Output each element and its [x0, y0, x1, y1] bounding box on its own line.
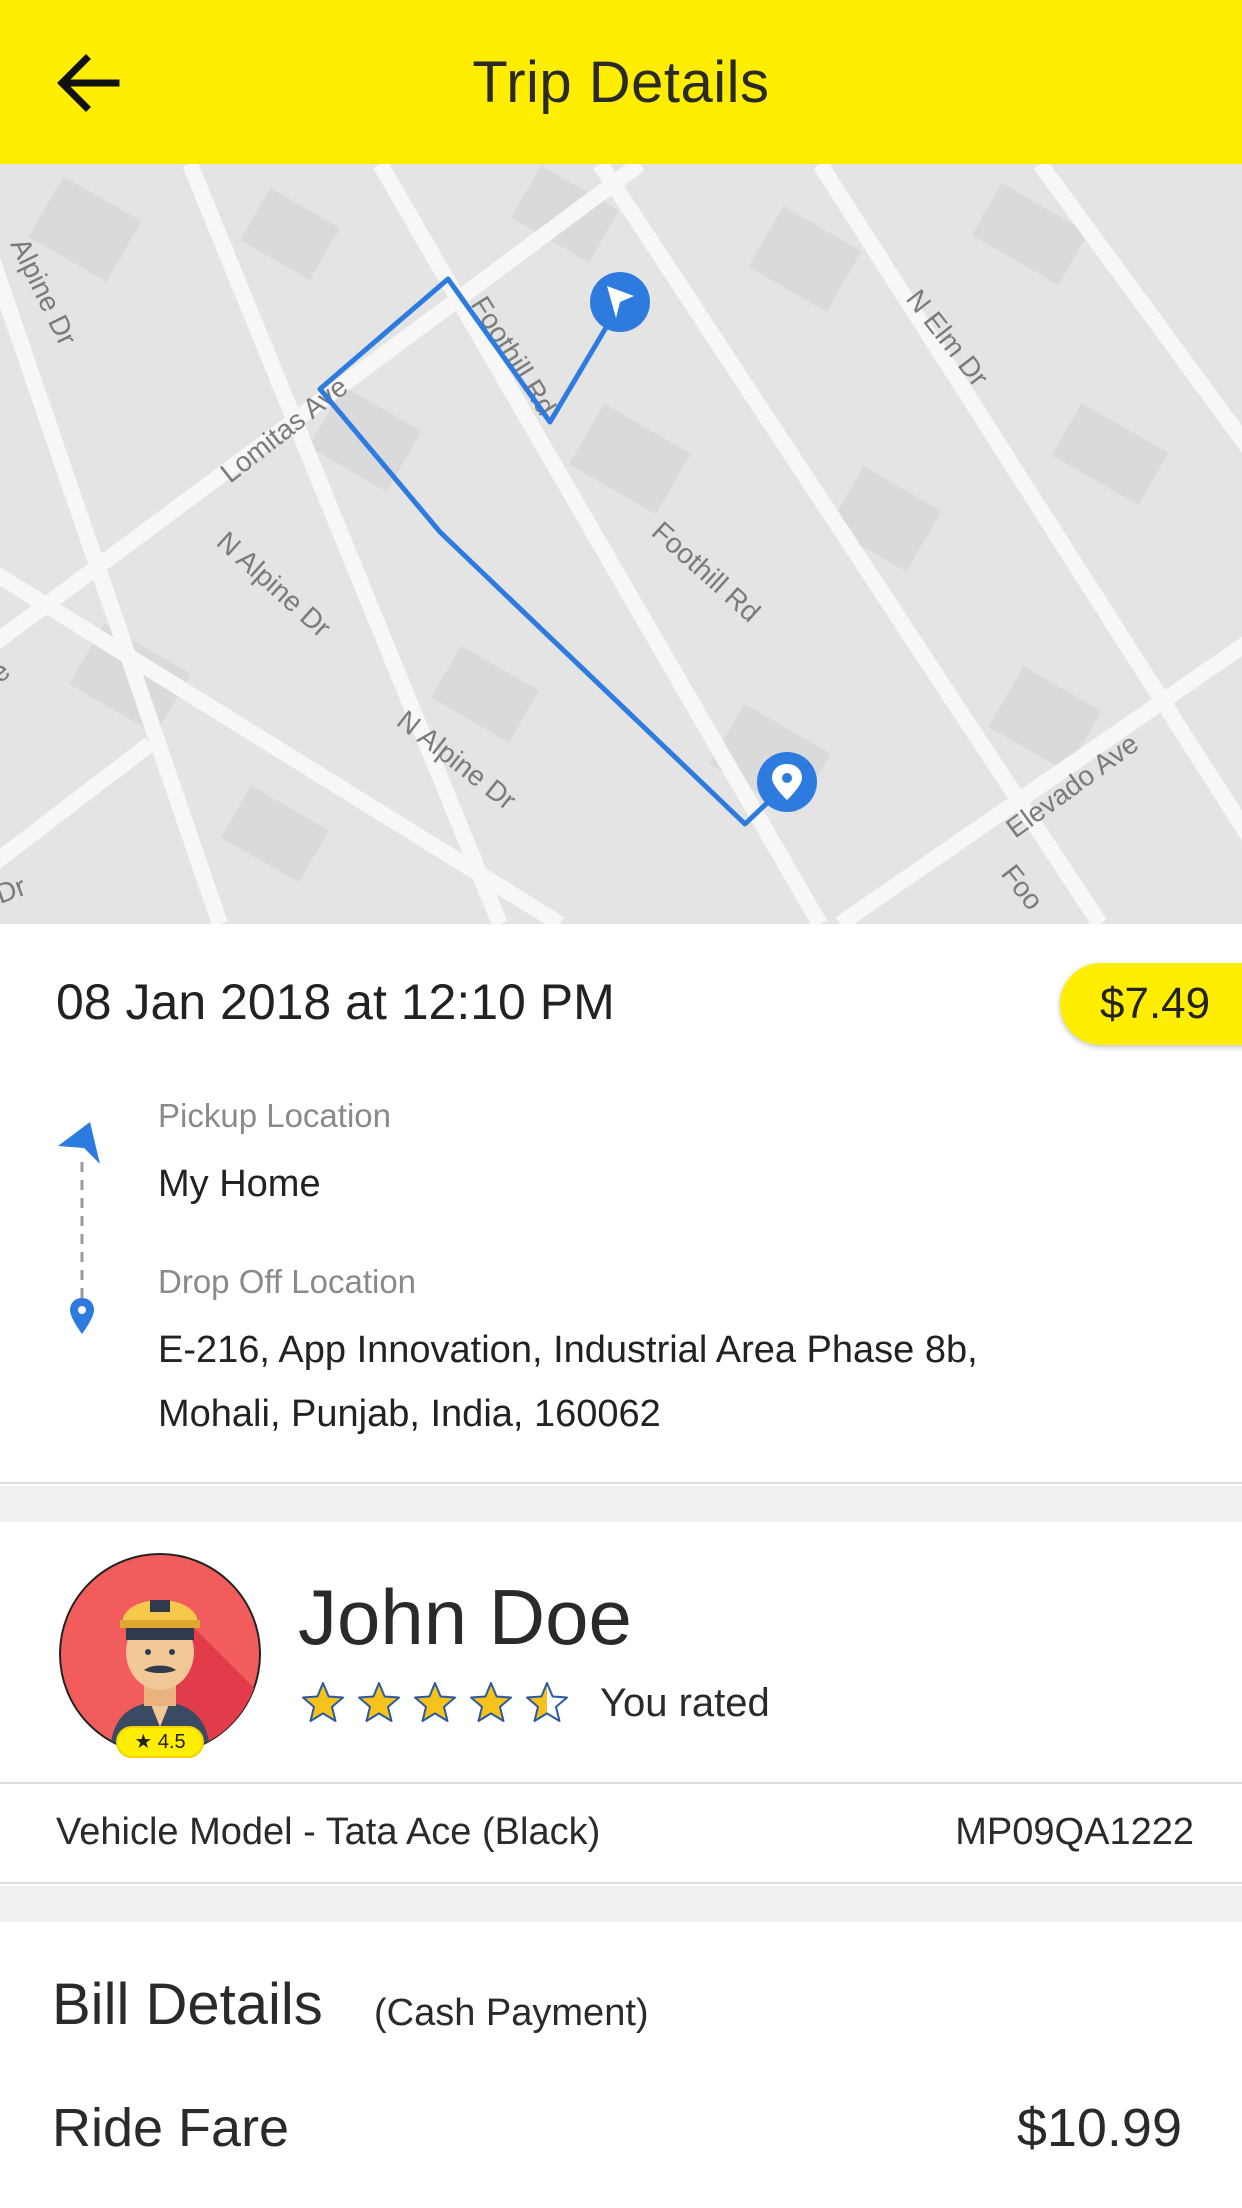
- dropoff-map-marker[interactable]: [757, 752, 817, 812]
- star-icon: [302, 1682, 344, 1722]
- trip-route-map[interactable]: Alpine Dr Lomitas Ave Foothill Rd N Elm …: [0, 164, 1242, 924]
- bill-details-card: [0, 1922, 1242, 2208]
- bill-title: Bill Details: [52, 1972, 323, 2037]
- route-timeline: [58, 1122, 100, 1334]
- trip-datetime: 08 Jan 2018 at 12:10 PM: [56, 974, 615, 1030]
- section-gap: [0, 1886, 1242, 1922]
- section-gap: [0, 1486, 1242, 1522]
- star-icon: [414, 1682, 456, 1722]
- fare-amount: $7.49: [1100, 979, 1211, 1028]
- pickup-label: Pickup Location: [158, 1097, 391, 1134]
- star-icon: [358, 1682, 400, 1722]
- rated-label: You rated: [600, 1681, 770, 1725]
- navigation-arrow-icon: [58, 1122, 100, 1164]
- star-icon: [470, 1682, 512, 1722]
- divider: [0, 1782, 1242, 1784]
- ride-fare-value: $10.99: [1016, 2098, 1182, 2158]
- dropoff-address-line2: Mohali, Punjab, India, 160062: [158, 1393, 661, 1435]
- location-pin-icon: [70, 1298, 94, 1334]
- dropoff-address-line1: E-216, App Innovation, Industrial Area P…: [158, 1329, 978, 1371]
- pickup-map-marker[interactable]: [590, 272, 650, 332]
- vehicle-model: Vehicle Model - Tata Ace (Black): [56, 1811, 601, 1853]
- user-rating-stars: [300, 1680, 580, 1726]
- page-title: Trip Details: [472, 50, 770, 115]
- ride-fare-label: Ride Fare: [52, 2098, 290, 2158]
- pickup-value: My Home: [158, 1163, 321, 1205]
- header-bar: Trip Details: [0, 0, 1242, 164]
- fare-badge: $7.49: [1060, 963, 1242, 1045]
- driver-rating-badge: ★ 4.5: [116, 1726, 204, 1758]
- driver-name: John Doe: [298, 1573, 632, 1661]
- payment-method: (Cash Payment): [374, 1992, 649, 2034]
- dropoff-label: Drop Off Location: [158, 1263, 417, 1300]
- half-star-icon: [526, 1682, 568, 1722]
- vehicle-plate: MP09QA1222: [955, 1811, 1194, 1853]
